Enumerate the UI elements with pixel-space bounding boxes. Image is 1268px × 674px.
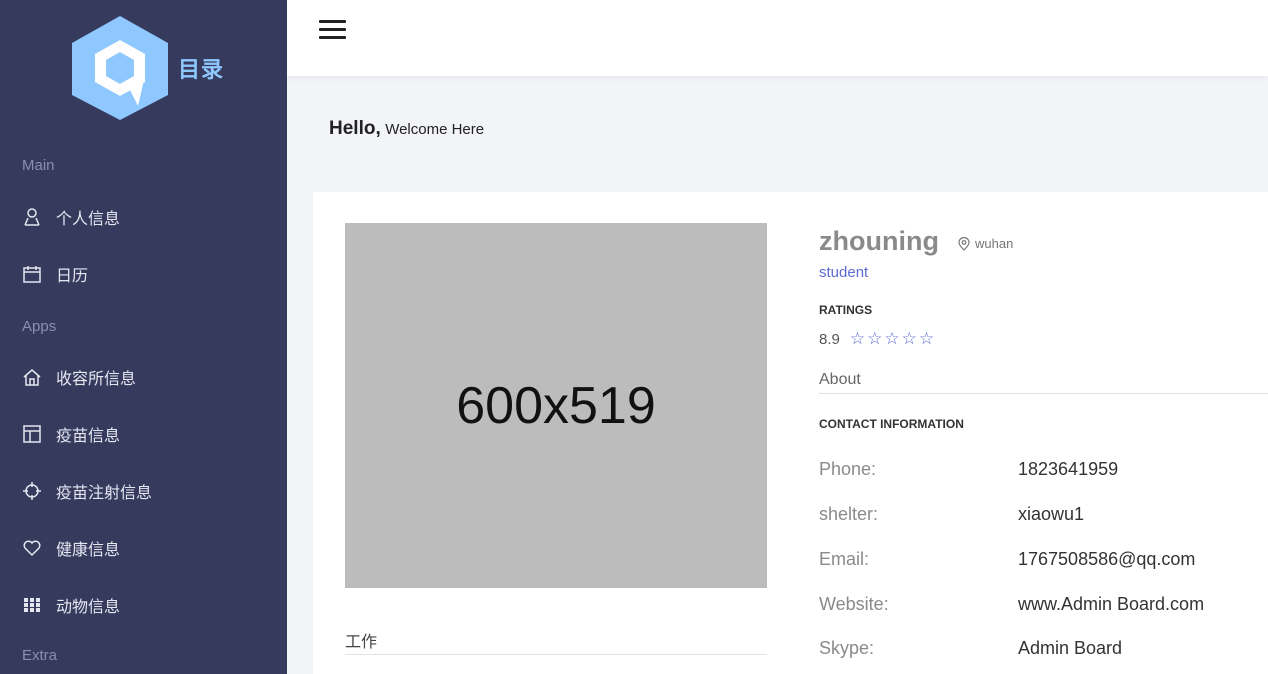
sidebar-section-extra: Extra [22, 647, 58, 664]
contact-row-email: Email: 1767508586@qq.com [819, 549, 1268, 573]
crosshair-icon [22, 481, 42, 501]
about-tab[interactable]: About [819, 371, 861, 389]
map-pin-icon [958, 236, 970, 251]
layout-icon [22, 424, 42, 444]
profile-role[interactable]: student [819, 264, 868, 281]
sidebar-item-personal-info[interactable]: 个人信息 [0, 197, 287, 237]
sidebar-item-label: 个人信息 [56, 211, 121, 228]
image-placeholder-text: 600x519 [456, 376, 656, 435]
sidebar-item-label: 疫苗信息 [56, 428, 121, 445]
hexagon-q-logo-icon [72, 16, 168, 120]
sidebar-item-vaccine-info[interactable]: 疫苗信息 [0, 414, 287, 454]
sidebar-item-animal-info[interactable]: 动物信息 [0, 585, 287, 625]
sidebar-item-label: 健康信息 [56, 542, 121, 559]
logo[interactable]: 目录 [68, 14, 228, 124]
contact-row-website: Website: www.Admin Board.com [819, 594, 1268, 618]
contact-value: 1823641959 [1018, 459, 1119, 479]
contact-row-skype: Skype: Admin Board [819, 638, 1268, 662]
divider [345, 654, 767, 655]
sidebar-item-label: 疫苗注射信息 [56, 485, 153, 502]
sidebar-item-vaccination-info[interactable]: 疫苗注射信息 [0, 471, 287, 511]
location-text: wuhan [975, 236, 1014, 251]
greeting-hello: Hello, [329, 118, 381, 139]
grid-icon [22, 595, 42, 615]
sidebar: 目录 Main 个人信息 日历 Apps 收容所信息 疫苗信息 疫苗注射信息 健… [0, 0, 287, 674]
hamburger-icon[interactable] [319, 18, 347, 42]
contact-value: www.Admin Board.com [1018, 594, 1205, 614]
star-rating[interactable]: ☆☆☆☆☆ [850, 329, 936, 349]
profile-image: 600x519 [345, 223, 767, 588]
top-bar [287, 0, 1268, 76]
greeting-welcome: Welcome Here [385, 121, 485, 138]
divider [819, 393, 1268, 394]
rating-row: 8.9 ☆☆☆☆☆ [819, 329, 936, 349]
heart-icon [22, 538, 42, 558]
contact-key: Website: [819, 594, 889, 614]
sidebar-item-health-info[interactable]: 健康信息 [0, 528, 287, 568]
contact-value: xiaowu1 [1018, 504, 1085, 524]
profile-card: 600x519 工作 zhouning wuhan student RATING… [313, 192, 1268, 674]
sidebar-item-shelter-info[interactable]: 收容所信息 [0, 357, 287, 397]
user-icon [22, 207, 42, 227]
contact-row-shelter: shelter: xiaowu1 [819, 504, 1268, 528]
contact-info-heading: CONTACT INFORMATION [819, 417, 964, 431]
contact-key: Email: [819, 549, 870, 569]
ratings-label: RATINGS [819, 303, 873, 317]
greeting: Hello, Welcome Here [329, 118, 484, 140]
rating-value: 8.9 [819, 330, 840, 348]
contact-key: shelter: [819, 504, 879, 524]
sidebar-item-label: 动物信息 [56, 599, 121, 616]
sidebar-item-calendar[interactable]: 日历 [0, 254, 287, 294]
profile-location: wuhan [957, 236, 1013, 251]
contact-key: Skype: [819, 638, 875, 658]
contact-value: 1767508586@qq.com [1018, 549, 1196, 569]
home-icon [22, 367, 42, 387]
contact-row-phone: Phone: 1823641959 [819, 459, 1268, 483]
contact-value: Admin Board [1018, 638, 1123, 658]
sidebar-section-apps: Apps [22, 318, 57, 335]
sidebar-item-label: 收容所信息 [56, 371, 137, 388]
contact-key: Phone: [819, 459, 877, 479]
profile-name: zhouning [819, 226, 939, 256]
calendar-icon [22, 264, 42, 284]
logo-text: 目录 [178, 57, 225, 82]
sidebar-item-label: 日历 [56, 268, 89, 285]
work-label: 工作 [345, 634, 378, 651]
sidebar-section-main: Main [22, 157, 55, 174]
